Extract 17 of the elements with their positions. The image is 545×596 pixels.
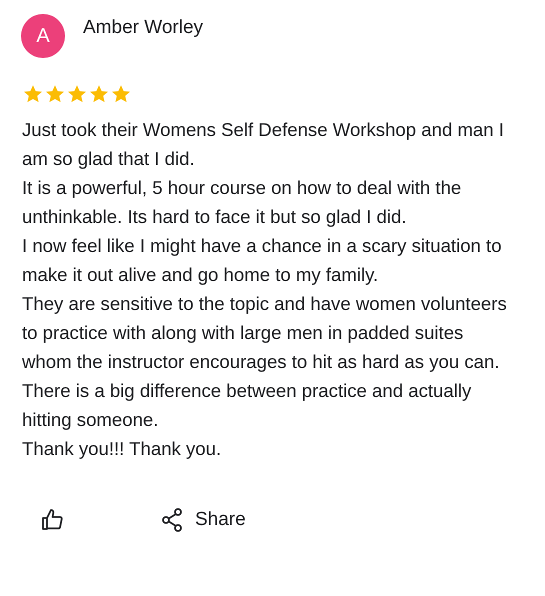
review-text: Just took their Womens Self Defense Workshop and man I am so glad that I did. [22, 118, 505, 171]
star-icon [110, 83, 132, 105]
author-name: Amber Worley [83, 17, 204, 39]
like-button[interactable] [39, 507, 65, 533]
star-icon [44, 83, 66, 105]
avatar: A [21, 14, 65, 58]
star-icon [66, 83, 88, 105]
review-text: It is a powerful, 5 hour course on how to deal with the unthinkable. Its hard to face it but so glad I did. [22, 176, 462, 229]
star-icon [22, 83, 44, 105]
star-icon [88, 83, 110, 105]
review-text: I now feel like I might have a chance in a scary situation to make it out alive and go home to my family. [22, 234, 503, 287]
share-button[interactable]: Share [161, 508, 246, 532]
share-icon [161, 508, 183, 532]
thumbs-up-icon [40, 508, 64, 532]
review-text: There is a big difference between practice and actually hitting someone. [22, 379, 472, 432]
review-text: Thank you!!! Thank you. [22, 437, 222, 461]
review-text: They are sensitive to the topic and have women volunteers to practice with along with large men in padded suites whom the instructor encourages to hit as hard as you can. [22, 292, 508, 374]
